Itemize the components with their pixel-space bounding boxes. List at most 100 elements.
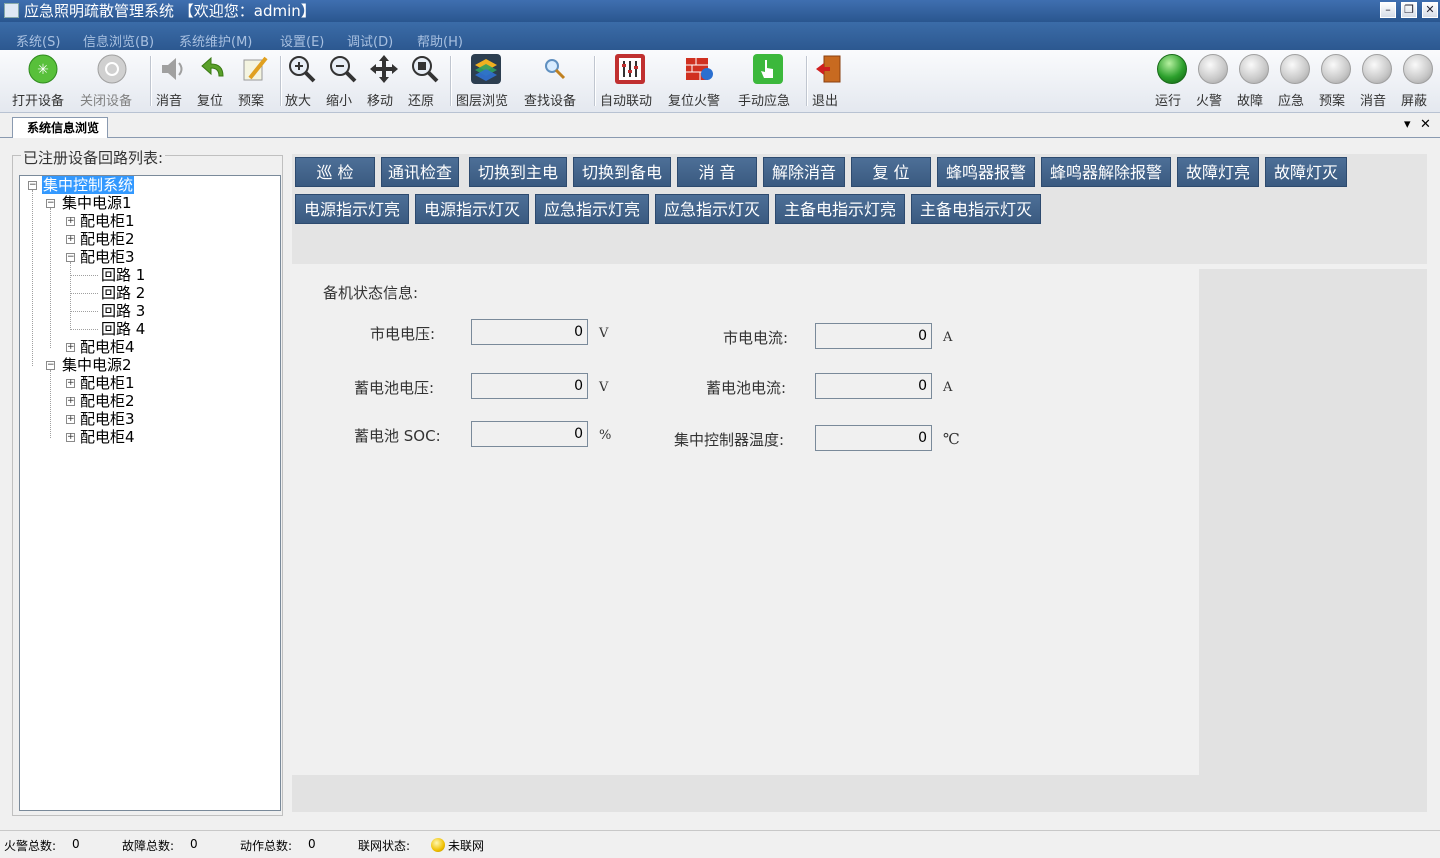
expand-cab1-icon[interactable]: + (66, 217, 75, 226)
menu-help[interactable]: 帮助(H) (417, 31, 463, 50)
tree-node-power-supply-2[interactable]: 集中电源2 (62, 356, 132, 374)
tree-node-cabinet-1[interactable]: 配电柜1 (80, 212, 135, 230)
power-indicator-on-button[interactable]: 电源指示灯亮 (295, 194, 409, 224)
minimize-button[interactable]: – (1380, 2, 1396, 18)
mains-current-field[interactable]: 0 (815, 323, 932, 349)
controller-temp-field[interactable]: 0 (815, 425, 932, 451)
unmute-button[interactable]: 解除消音 (763, 157, 845, 187)
plan-indicator: 预案 (1319, 54, 1353, 109)
close-window-button[interactable]: ✕ (1422, 2, 1438, 18)
fault-total-label: 故障总数: (122, 839, 175, 853)
plan-button[interactable]: 预案 (238, 54, 272, 109)
tree-node-cabinet-3[interactable]: 配电柜3 (80, 248, 135, 266)
power-indicator-off-button[interactable]: 电源指示灯灭 (415, 194, 529, 224)
mains-voltage-field[interactable]: 0 (471, 319, 588, 345)
shield-lamp-icon (1403, 54, 1433, 84)
battery-voltage-field[interactable]: 0 (471, 373, 588, 399)
menu-system[interactable]: 系统(S) (16, 31, 60, 50)
menu-debug[interactable]: 调试(D) (347, 31, 393, 50)
main-backup-indicator-on-button[interactable]: 主备电指示灯亮 (775, 194, 905, 224)
tree-node-ps2-cabinet-4[interactable]: 配电柜4 (80, 428, 135, 446)
emergency-indicator-off-button[interactable]: 应急指示灯灭 (655, 194, 769, 224)
speaker-icon (158, 54, 188, 84)
manual-emergency-button[interactable]: 手动应急 (738, 54, 798, 109)
fire-lamp-icon (1198, 54, 1228, 84)
menu-settings[interactable]: 设置(E) (280, 31, 324, 50)
switch-main-power-button[interactable]: 切换到主电 (469, 157, 567, 187)
pencil-icon (240, 54, 270, 84)
tree-node-loop-2[interactable]: 回路 2 (101, 284, 145, 302)
emergency-indicator-on-button[interactable]: 应急指示灯亮 (535, 194, 649, 224)
tab-list-dropdown-icon[interactable]: ▾ (1404, 117, 1411, 132)
expand-cab2-icon[interactable]: + (66, 235, 75, 244)
reset-button[interactable]: 复位 (197, 54, 231, 109)
move-button[interactable]: 移动 (367, 54, 401, 109)
open-device-button[interactable]: ✳ 打开设备 (12, 54, 74, 109)
expand-cab4-icon[interactable]: + (66, 343, 75, 352)
battery-voltage-unit: V (599, 380, 609, 395)
emergency-lamp-icon (1280, 54, 1310, 84)
patrol-button[interactable]: 巡 检 (295, 157, 375, 187)
status-bar: 火警总数: 0 故障总数: 0 动作总数: 0 联网状态: 未联网 (0, 830, 1440, 858)
mute-button[interactable]: 消音 (156, 54, 190, 109)
tree-node-cabinet-2[interactable]: 配电柜2 (80, 230, 135, 248)
tree-node-root[interactable]: 集中控制系统 (42, 176, 135, 194)
buzzer-alarm-button[interactable]: 蜂鸣器报警 (937, 157, 1035, 187)
expand-ps2-cab1-icon[interactable]: + (66, 379, 75, 388)
magnifier-icon (540, 54, 570, 84)
layers-button[interactable]: 图层浏览 (456, 54, 516, 109)
exit-door-icon (814, 54, 844, 84)
battery-current-field[interactable]: 0 (815, 373, 932, 399)
tree-node-ps2-cabinet-1[interactable]: 配电柜1 (80, 374, 135, 392)
mute-indicator: 消音 (1360, 54, 1394, 109)
main-backup-indicator-off-button[interactable]: 主备电指示灯灭 (911, 194, 1041, 224)
tab-close-icon[interactable]: ✕ (1420, 117, 1431, 132)
zoom-out-button[interactable]: 缩小 (326, 54, 360, 109)
collapse-cab3-icon[interactable]: − (66, 253, 75, 262)
fault-lamp-off-button[interactable]: 故障灯灭 (1265, 157, 1347, 187)
comm-check-button[interactable]: 通讯检查 (381, 157, 459, 187)
close-device-button[interactable]: 关闭设备 (80, 54, 144, 109)
expand-ps2-cab3-icon[interactable]: + (66, 415, 75, 424)
auto-link-button[interactable]: 自动联动 (600, 54, 660, 109)
fire-total-value: 0 (72, 837, 80, 851)
layers-icon (471, 54, 501, 84)
mains-voltage-label: 市电电压: (370, 325, 436, 343)
move-arrows-icon (369, 54, 399, 84)
menu-browse[interactable]: 信息浏览(B) (83, 31, 154, 50)
title-bar: 应急照明疏散管理系统 【欢迎您：admin】 – ❐ ✕ (0, 0, 1440, 22)
buzzer-clear-button[interactable]: 蜂鸣器解除报警 (1041, 157, 1171, 187)
mute-command-button[interactable]: 消 音 (677, 157, 757, 187)
expand-ps2-cab4-icon[interactable]: + (66, 433, 75, 442)
tree-node-loop-1[interactable]: 回路 1 (101, 266, 145, 284)
reset-fire-button[interactable]: 复位火警 (668, 54, 730, 109)
exit-button[interactable]: 退出 (812, 54, 846, 109)
maximize-button[interactable]: ❐ (1401, 2, 1417, 18)
controller-temp-label: 集中控制器温度: (674, 431, 785, 449)
tree-node-power-supply-1[interactable]: 集中电源1 (62, 194, 132, 212)
menu-maintenance[interactable]: 系统维护(M) (179, 31, 252, 50)
tab-system-info[interactable]: 系统信息浏览 (12, 117, 109, 138)
find-device-button[interactable]: 查找设备 (524, 54, 586, 109)
collapse-ps2-icon[interactable]: − (46, 361, 55, 370)
collapse-ps1-icon[interactable]: − (46, 199, 55, 208)
switch-backup-power-button[interactable]: 切换到备电 (573, 157, 671, 187)
collapse-root-icon[interactable]: − (28, 181, 37, 190)
hand-pointer-icon (753, 54, 783, 84)
mains-current-unit: A (943, 330, 953, 345)
tree-node-loop-4[interactable]: 回路 4 (101, 320, 145, 338)
tree-node-ps2-cabinet-2[interactable]: 配电柜2 (80, 392, 135, 410)
reset-command-button[interactable]: 复 位 (851, 157, 931, 187)
fault-lamp-on-button[interactable]: 故障灯亮 (1177, 157, 1259, 187)
battery-soc-field[interactable]: 0 (471, 421, 588, 447)
tree-node-loop-3[interactable]: 回路 3 (101, 302, 145, 320)
expand-ps2-cab2-icon[interactable]: + (66, 397, 75, 406)
tree-node-ps2-cabinet-3[interactable]: 配电柜3 (80, 410, 135, 428)
device-tree[interactable]: − 集中控制系统 − 集中电源1 + 配电柜1 + 配电柜2 − 配电柜3 回路… (19, 175, 281, 811)
fire-total-label: 火警总数: (4, 839, 57, 853)
power-on-icon: ✳ (28, 54, 58, 84)
restore-button[interactable]: 还原 (408, 54, 442, 109)
zoom-in-button[interactable]: 放大 (285, 54, 319, 109)
tree-node-cabinet-4[interactable]: 配电柜4 (80, 338, 135, 356)
window-title: 应急照明疏散管理系统 【欢迎您：admin】 (24, 2, 316, 20)
